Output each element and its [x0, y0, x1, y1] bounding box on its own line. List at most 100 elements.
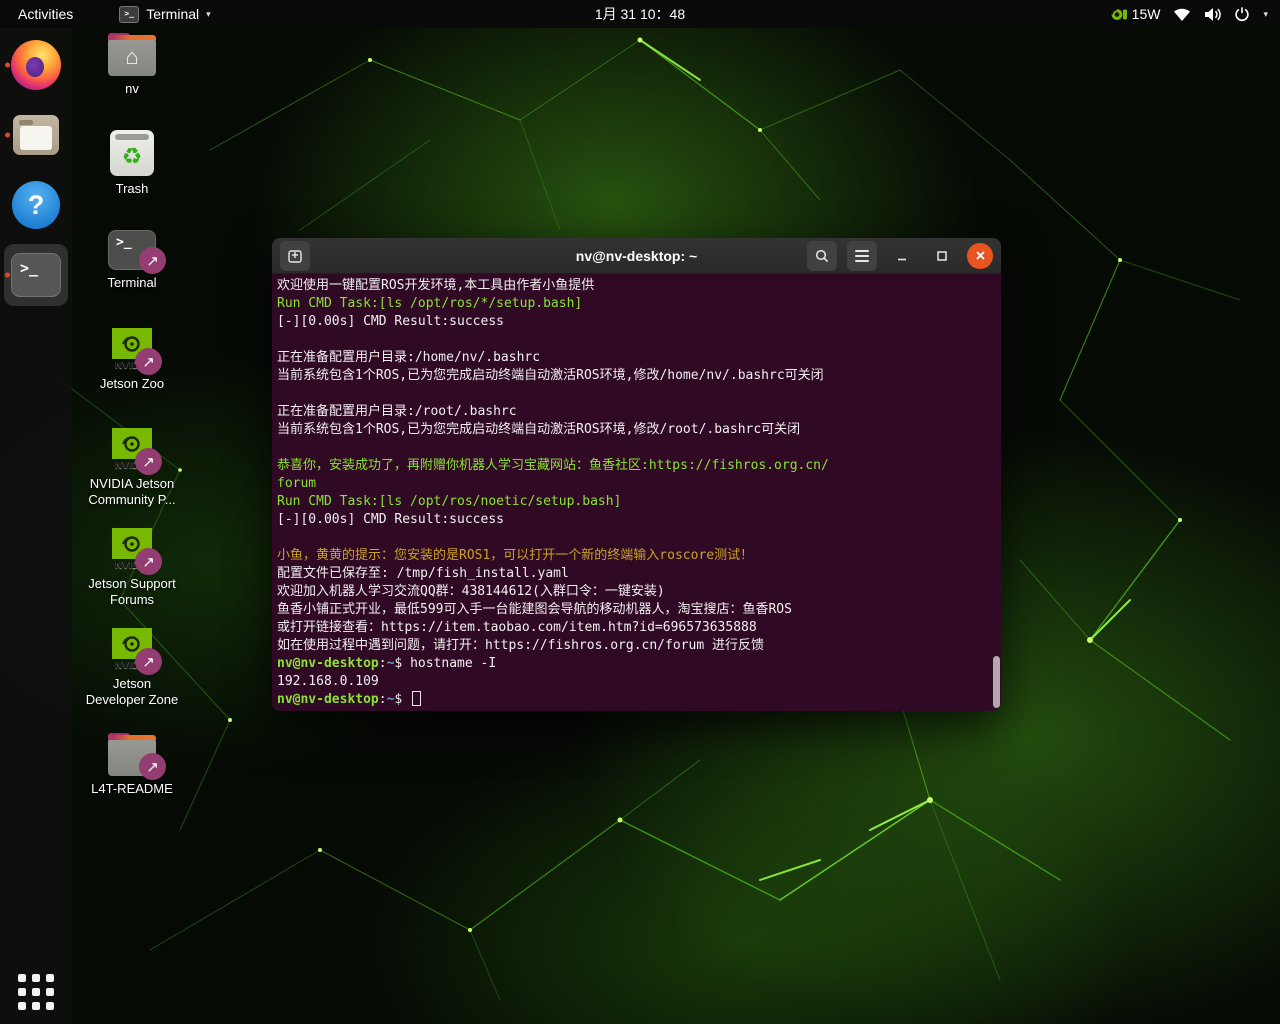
terminal-line [277, 439, 996, 457]
shortcut-arrow-badge: ↗ [135, 548, 162, 575]
shortcut-arrow-badge: ↗ [135, 648, 162, 675]
terminal-text: 或打开链接查看：https://item.taobao.com/item.htm… [277, 620, 757, 635]
shortcut-arrow-badge: ↗ [135, 448, 162, 475]
terminal-line: [-][0.00s] CMD Result:success [277, 313, 996, 331]
terminal-text: 正在准备配置用户目录:/home/nv/.bashrc [277, 350, 540, 365]
running-indicator [5, 63, 10, 68]
desktop-icon-jetson-developer-zone[interactable]: NVIDIA ↗ Jetson Developer Zone [82, 628, 182, 708]
terminal-line: 或打开链接查看：https://item.taobao.com/item.htm… [277, 619, 996, 637]
terminal-text: : [379, 692, 387, 707]
show-applications-button[interactable] [0, 974, 72, 1010]
terminal-window: nv@nv-desktop: ~ [272, 238, 1001, 711]
dock: ? >_ [0, 28, 72, 1024]
app-grid-icon [18, 974, 54, 1010]
terminal-line [277, 529, 996, 547]
terminal-line: Run CMD Task:[ls /opt/ros/noetic/setup.b… [277, 493, 996, 511]
terminal-text: 当前系统包含1个ROS,已为您完成启动终端自动激活ROS环境,修改/home/n… [277, 368, 824, 383]
desktop-icon-jetson-support-forums[interactable]: NVIDIA ↗ Jetson Support Forums [82, 528, 182, 608]
shortcut-arrow-badge: ↗ [135, 348, 162, 375]
desktop-icon-trash[interactable]: ♻ Trash [82, 130, 182, 197]
new-tab-button[interactable] [280, 241, 310, 271]
top-bar: Activities >_ Terminal ▾ 1月 31 10：48 15W [0, 0, 1280, 28]
terminal-line [277, 385, 996, 403]
terminal-line: 小鱼，黄黄的提示：您安装的是ROS1，可以打开一个新的终端输入roscore测试… [277, 547, 996, 565]
terminal-text: 鱼香小铺正式开业，最低599可入手一台能建图会导航的移动机器人，淘宝搜店：鱼香R… [277, 602, 792, 617]
terminal-text: $ [394, 692, 410, 707]
activities-button[interactable]: Activities [0, 0, 91, 28]
dock-item-firefox[interactable] [0, 32, 72, 98]
terminal-text: forum [277, 476, 316, 491]
terminal-text: 当前系统包含1个ROS,已为您完成启动终端自动激活ROS环境,修改/root/.… [277, 422, 800, 437]
focused-app-label: Terminal [146, 6, 199, 22]
desktop-icon-nv[interactable]: ⌂ nv [82, 30, 182, 97]
desktop-icon-nvidia-jetson-community[interactable]: NVIDIA ↗ NVIDIA Jetson Community P... [82, 428, 182, 508]
terminal-text: 欢迎使用一键配置ROS开发环境,本工具由作者小鱼提供 [277, 278, 594, 293]
desktop-icon-label: Jetson Support Forums [82, 576, 182, 608]
clock-text[interactable]: 1月 31 10：48 [595, 6, 685, 22]
terminal-line: nv@nv-desktop:~$ [277, 691, 996, 709]
terminal-text: : [379, 656, 387, 671]
terminal-line: 如在使用过程中遇到问题，请打开：https://fishros.org.cn/f… [277, 637, 996, 655]
desktop-icon-jetson-zoo[interactable]: NVIDIA ↗ Jetson Zoo [82, 328, 182, 392]
terminal-text: [-][0.00s] CMD Result:success [277, 314, 504, 329]
terminal-text: 如在使用过程中遇到问题，请打开：https://fishros.org.cn/f… [277, 638, 764, 653]
system-status-area[interactable]: 15W ▾ [1110, 0, 1280, 28]
focused-app-menu[interactable]: >_ Terminal ▾ [119, 0, 210, 28]
dock-item-help[interactable]: ? [0, 172, 72, 238]
terminal-text: 小鱼，黄黄的提示：您安装的是ROS1，可以打开一个新的终端输入roscore测试… [277, 548, 753, 563]
terminal-text: $ [394, 656, 410, 671]
terminal-line: forum [277, 475, 996, 493]
terminal-text: Run CMD Task:[ls /opt/ros/*/setup.bash] [277, 296, 582, 311]
recycle-icon: ♻ [122, 145, 143, 168]
dock-item-terminal[interactable]: >_ [0, 242, 72, 308]
chevron-down-icon: ▾ [206, 9, 211, 20]
terminal-icon: >_ [119, 6, 139, 23]
terminal-icon: >_ [11, 253, 61, 297]
scrollbar-thumb[interactable] [993, 656, 1000, 708]
terminal-cursor [412, 691, 421, 706]
terminal-text: 恭喜你，安装成功了，再附赠你机器人学习宝藏网站：鱼香社区:https://fis… [277, 458, 829, 473]
shortcut-arrow-badge: ↗ [139, 247, 166, 274]
close-icon [975, 250, 986, 261]
power-mode-label: 15W [1132, 6, 1161, 22]
wifi-icon [1173, 7, 1191, 22]
search-icon [814, 248, 830, 264]
maximize-button[interactable] [927, 241, 957, 271]
minimize-button[interactable] [887, 241, 917, 271]
home-folder-icon: ⌂ [108, 38, 156, 76]
terminal-text: nv@nv-desktop [277, 656, 379, 671]
files-icon [13, 115, 59, 155]
power-mode-indicator: 15W [1110, 6, 1161, 22]
desktop-icon-label: Jetson Developer Zone [82, 676, 182, 708]
terminal-line: 欢迎使用一键配置ROS开发环境,本工具由作者小鱼提供 [277, 277, 996, 295]
terminal-line [277, 331, 996, 349]
terminal-text: 欢迎加入机器人学习交流QQ群：438144612(入群口令：一键安装) [277, 584, 665, 599]
terminal-line: 192.168.0.109 [277, 673, 996, 691]
trash-icon: ♻ [110, 130, 154, 176]
window-menu-button[interactable] [847, 241, 877, 271]
desktop-icon-label: NVIDIA Jetson Community P... [82, 476, 182, 508]
terminal-line: 配置文件已保存至: /tmp/fish_install.yaml [277, 565, 996, 583]
terminal-titlebar[interactable]: nv@nv-desktop: ~ [272, 238, 1001, 274]
dock-item-files[interactable] [0, 102, 72, 168]
terminal-line: Run CMD Task:[ls /opt/ros/*/setup.bash] [277, 295, 996, 313]
firefox-icon [11, 40, 61, 90]
terminal-line: nv@nv-desktop:~$ hostname -I [277, 655, 996, 673]
desktop-icon-label: Terminal [107, 275, 156, 291]
terminal-line: 当前系统包含1个ROS,已为您完成启动终端自动激活ROS环境,修改/root/.… [277, 421, 996, 439]
close-button[interactable] [967, 243, 993, 269]
chevron-down-icon: ▾ [1263, 9, 1268, 20]
desktop-icon-l4t-readme[interactable]: ↗ L4T-README [82, 730, 182, 797]
nvidia-logo-icon [1110, 8, 1128, 21]
running-indicator [5, 133, 10, 138]
shortcut-arrow-badge: ↗ [139, 753, 166, 780]
terminal-text: 正在准备配置用户目录:/root/.bashrc [277, 404, 517, 419]
terminal-line: 正在准备配置用户目录:/home/nv/.bashrc [277, 349, 996, 367]
house-icon: ⌂ [125, 46, 138, 68]
help-icon: ? [12, 181, 60, 229]
desktop-icon-terminal[interactable]: >_ ↗ Terminal [82, 230, 182, 291]
terminal-content[interactable]: 欢迎使用一键配置ROS开发环境,本工具由作者小鱼提供 Run CMD Task:[… [272, 274, 1001, 711]
search-button[interactable] [807, 241, 837, 271]
terminal-text: Run CMD Task:[ls /opt/ros/noetic/setup.b… [277, 494, 621, 509]
minimize-icon [896, 250, 908, 262]
